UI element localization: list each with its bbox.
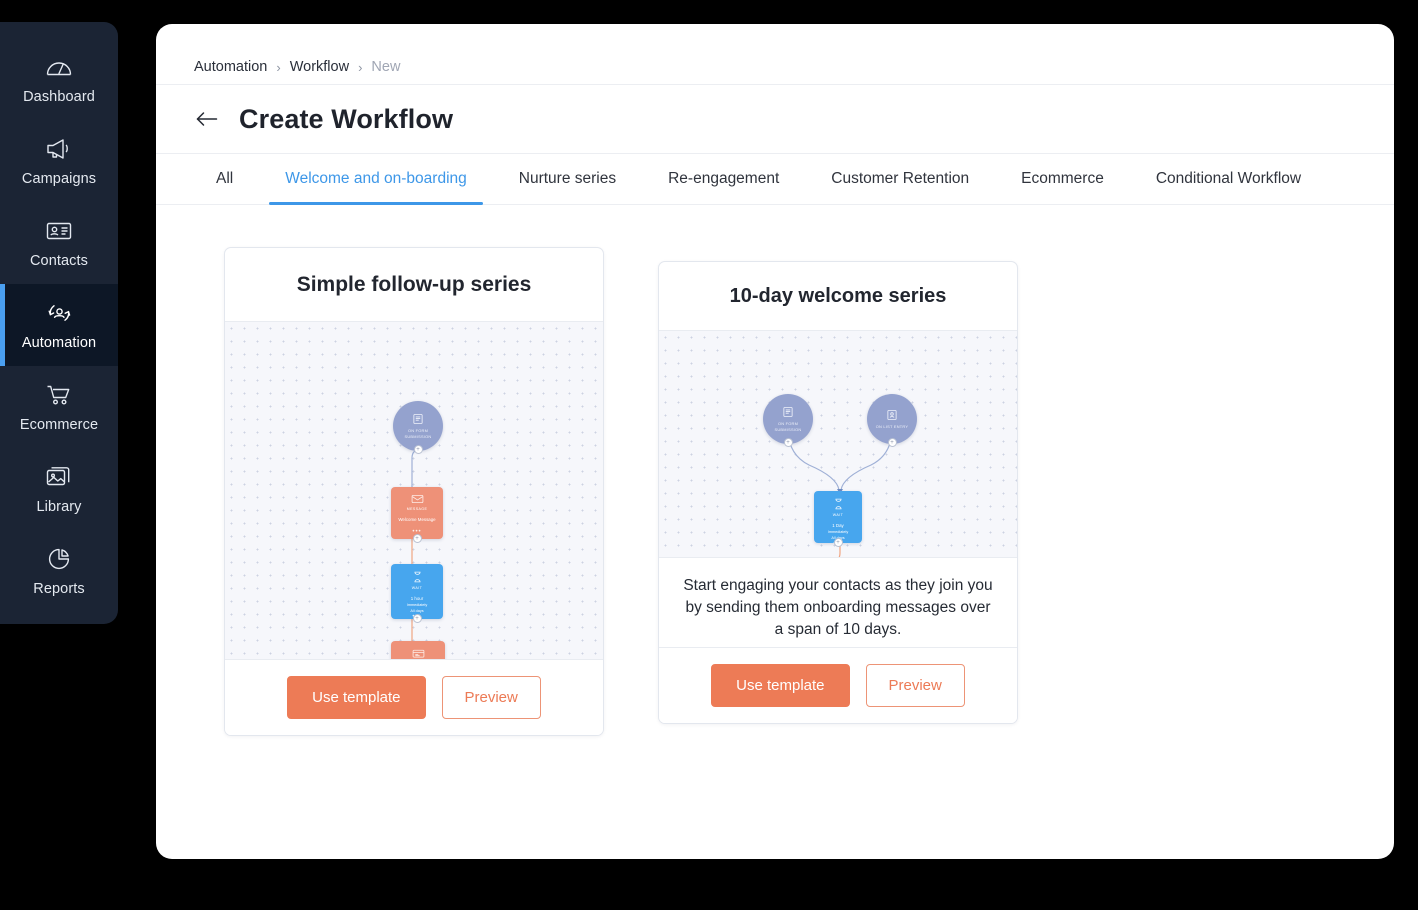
template-card-title: Simple follow-up series bbox=[225, 248, 603, 322]
flow-trigger-label: ON LIST ENTRY bbox=[875, 423, 909, 429]
tab-ecommerce[interactable]: Ecommerce bbox=[995, 154, 1130, 204]
flow-node-kind: WAIT bbox=[832, 513, 844, 517]
use-template-button[interactable]: Use template bbox=[711, 664, 850, 707]
sidebar-item-campaigns[interactable]: Campaigns bbox=[0, 120, 118, 202]
main-window: Automation › Workflow › New Create Workf… bbox=[156, 24, 1394, 859]
title-bar: Create Workflow bbox=[156, 84, 1394, 153]
node-output-port[interactable]: + bbox=[412, 614, 422, 623]
use-template-button[interactable]: Use template bbox=[287, 676, 426, 719]
preview-button[interactable]: Preview bbox=[865, 664, 965, 707]
sidebar-item-label: Automation bbox=[21, 334, 97, 351]
flow-node-kind: MESSAGE bbox=[406, 507, 428, 511]
sidebar-item-automation[interactable]: Automation bbox=[0, 284, 118, 366]
breadcrumb: Automation › Workflow › New bbox=[156, 24, 1394, 84]
sidebar-item-label: Contacts bbox=[29, 252, 89, 269]
flow-crm-node[interactable]: PUSH TO CRM ••• bbox=[391, 641, 445, 659]
crm-icon bbox=[412, 648, 425, 659]
tab-re-engagement[interactable]: Re-engagement bbox=[642, 154, 805, 204]
sidebar-item-label: Dashboard bbox=[23, 88, 95, 105]
flow-message-node[interactable]: MESSAGE Welcome Message ••• + bbox=[391, 487, 443, 543]
breadcrumb-item-automation[interactable]: Automation bbox=[194, 59, 267, 75]
hourglass-icon bbox=[833, 498, 844, 510]
envelope-icon bbox=[411, 494, 424, 504]
workflow-preview-canvas: ON FORM SUBMISSION + MESSAGE Welcome Mes bbox=[225, 322, 603, 659]
template-card-title: 10-day welcome series bbox=[659, 262, 1017, 331]
sidebar-item-dashboard[interactable]: Dashboard bbox=[0, 38, 118, 120]
tab-conditional-workflow[interactable]: Conditional Workflow bbox=[1130, 154, 1327, 204]
flow-node-kind: WAIT bbox=[411, 586, 423, 590]
automation-icon bbox=[44, 300, 74, 326]
node-output-port[interactable]: + bbox=[412, 534, 422, 543]
sidebar-item-reports[interactable]: Reports bbox=[0, 530, 118, 612]
node-output-port[interactable]: + bbox=[887, 438, 897, 447]
hourglass-icon bbox=[412, 571, 423, 583]
breadcrumb-item-workflow[interactable]: Workflow bbox=[290, 59, 349, 75]
sidebar-item-label: Campaigns bbox=[21, 170, 97, 187]
sidebar-item-ecommerce[interactable]: Ecommerce bbox=[0, 366, 118, 448]
app-root: Dashboard Campaigns Contacts Automation … bbox=[0, 0, 1418, 910]
gauge-icon bbox=[44, 54, 74, 80]
megaphone-icon bbox=[44, 136, 74, 162]
sidebar-item-label: Library bbox=[36, 498, 82, 515]
contact-card-icon bbox=[44, 218, 74, 244]
sidebar-item-contacts[interactable]: Contacts bbox=[0, 202, 118, 284]
flow-trigger-label: ON FORM SUBMISSION bbox=[404, 428, 432, 439]
workflow-preview-canvas: ON FORM SUBMISSION + ON LIST ENTRY + WAI… bbox=[659, 331, 1017, 557]
pie-chart-icon bbox=[44, 546, 74, 572]
node-output-port[interactable]: + bbox=[783, 438, 793, 447]
sidebar-item-library[interactable]: Library bbox=[0, 448, 118, 530]
flow-trigger-node[interactable]: ON FORM SUBMISSION + bbox=[393, 401, 443, 454]
template-card-list: Simple follow-up series ON FORM SUBMISSI… bbox=[156, 205, 1394, 736]
sidebar-item-label: Reports bbox=[33, 580, 85, 597]
breadcrumb-separator-icon: › bbox=[358, 59, 363, 75]
images-icon bbox=[44, 464, 74, 490]
flow-node-name: 1 hour bbox=[410, 596, 424, 601]
flow-node-name: Welcome Message bbox=[398, 517, 436, 522]
template-card-actions: Use template Preview bbox=[225, 659, 603, 735]
breadcrumb-separator-icon: › bbox=[276, 59, 281, 75]
tab-welcome-and-on-boarding[interactable]: Welcome and on-boarding bbox=[259, 154, 493, 205]
flow-node-meta: Immediately All days bbox=[406, 603, 428, 613]
person-card-icon bbox=[886, 409, 898, 421]
flow-node-name: 1 Day bbox=[832, 523, 844, 528]
sidebar: Dashboard Campaigns Contacts Automation … bbox=[0, 22, 118, 624]
tab-customer-retention[interactable]: Customer Retention bbox=[805, 154, 995, 204]
sidebar-item-label: Ecommerce bbox=[19, 416, 99, 433]
flow-trigger-node[interactable]: ON FORM SUBMISSION + bbox=[763, 394, 813, 447]
tab-nurture-series[interactable]: Nurture series bbox=[493, 154, 642, 204]
page-title: Create Workflow bbox=[239, 103, 454, 134]
tab-bar: All Welcome and on-boarding Nurture seri… bbox=[156, 153, 1394, 205]
tab-all[interactable]: All bbox=[190, 154, 259, 204]
flow-trigger-node[interactable]: ON LIST ENTRY + bbox=[867, 394, 917, 447]
flow-trigger-label: ON FORM SUBMISSION bbox=[774, 421, 802, 432]
template-card[interactable]: Simple follow-up series ON FORM SUBMISSI… bbox=[224, 247, 604, 736]
flow-wait-node[interactable]: WAIT 1 hour Immediately All days ••• + bbox=[391, 564, 443, 623]
template-card-actions: Use template Preview bbox=[659, 647, 1017, 723]
template-card[interactable]: 10-day welcome series ON FORM SUBMISSION… bbox=[658, 261, 1018, 724]
template-card-description: Start engaging your contacts as they joi… bbox=[659, 557, 1017, 647]
flow-wait-node[interactable]: WAIT 1 Day Immediately All days ••• + bbox=[814, 491, 862, 547]
node-output-port[interactable]: + bbox=[833, 538, 843, 547]
arrow-left-icon[interactable] bbox=[194, 106, 220, 132]
form-icon bbox=[782, 406, 794, 418]
breadcrumb-item-new: New bbox=[371, 59, 401, 75]
cart-icon bbox=[44, 382, 74, 408]
node-output-port[interactable]: + bbox=[413, 445, 423, 454]
form-icon bbox=[412, 413, 424, 425]
preview-button[interactable]: Preview bbox=[441, 676, 541, 719]
